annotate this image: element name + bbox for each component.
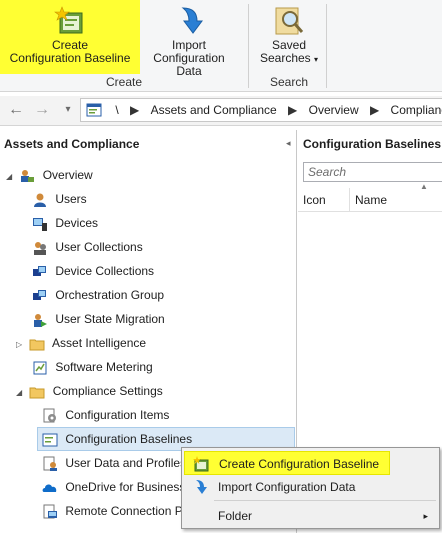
tree-item-onedrive[interactable]: OneDrive for Business <box>42 476 185 498</box>
history-dropdown-icon[interactable]: ▾ <box>58 100 78 120</box>
console-root-icon[interactable] <box>86 103 102 117</box>
tree-item-user-collections[interactable]: User Collections <box>32 236 143 258</box>
tree-item-label: Remote Connection Pro <box>65 504 194 518</box>
saved-searches-icon <box>275 7 304 35</box>
folder-icon <box>29 387 45 399</box>
breadcrumb-compliance[interactable]: Complianc <box>391 99 442 121</box>
menu-item-folder[interactable]: Folder ▸ <box>184 504 438 528</box>
tree-item-label: Overview <box>42 168 93 182</box>
breadcrumb-overview[interactable]: Overview <box>309 99 359 121</box>
tree-item-device-collections[interactable]: Device Collections <box>32 260 154 282</box>
import-configuration-data-button[interactable]: Import Configuration Data <box>140 0 238 78</box>
tree-item-label: Compliance Settings <box>52 384 163 398</box>
tree-item-devices[interactable]: Devices <box>32 212 98 234</box>
tree-item-label: Users <box>55 192 87 206</box>
menu-item-label: Folder <box>218 509 253 523</box>
tree-item-label: Devices <box>55 216 99 230</box>
import-button-line1: Import <box>171 38 206 52</box>
tree-item-user-state-migration[interactable]: User State Migration <box>32 308 165 330</box>
breadcrumb: \ ▶ Assets and Compliance ▶ Overview ▶ C… <box>80 98 442 122</box>
create-button-line2: Configuration Baseline <box>9 51 131 65</box>
column-header-icon[interactable]: Icon <box>298 188 350 212</box>
folder-icon <box>29 339 45 351</box>
create-baseline-icon <box>193 456 209 472</box>
address-bar: ← → ▾ \ ▶ Assets and Compliance ▶ Overvi… <box>0 96 442 126</box>
context-menu: Create Configuration Baseline Import Con… <box>181 447 440 529</box>
orchestration-group-icon <box>33 289 46 300</box>
menu-item-label: Import Configuration Data <box>218 480 356 494</box>
submenu-arrow-icon: ▸ <box>423 511 428 521</box>
tree-item-label: Configuration Baselines <box>65 432 193 446</box>
search-input[interactable]: Search <box>303 162 442 182</box>
saved-searches-button[interactable]: Saved Searches ▾ <box>256 0 322 74</box>
column-header-name[interactable]: Name <box>350 188 442 212</box>
tree-item-label: Configuration Items <box>65 408 170 422</box>
tree-item-configuration-items[interactable]: Configuration Items <box>42 404 169 426</box>
tree-item-user-data-profiles[interactable]: User Data and Profiles <box>42 452 186 474</box>
user-collections-icon <box>34 241 46 255</box>
user-icon <box>34 193 46 207</box>
tree-item-asset-intelligence[interactable]: ▷ Asset Intelligence <box>16 332 146 354</box>
user-data-profiles-icon <box>43 456 57 471</box>
overview-icon <box>21 169 35 182</box>
tree-item-users[interactable]: Users <box>32 188 87 210</box>
menu-separator <box>214 500 436 501</box>
expand-arrow-icon[interactable]: ◢ <box>6 166 16 188</box>
create-configuration-baseline-button[interactable]: Create Configuration Baseline <box>0 0 140 74</box>
create-button-line1: Create <box>51 38 89 52</box>
tree-item-label: Asset Intelligence <box>52 336 147 350</box>
import-button-line2: Configuration Data <box>153 51 225 78</box>
back-arrow-icon[interactable]: ← <box>6 100 26 120</box>
tree-item-remote-connection[interactable]: Remote Connection Pro <box>42 500 193 522</box>
configuration-items-icon <box>43 408 56 423</box>
group-label-create: Create <box>105 75 143 89</box>
tree-item-label: Orchestration Group <box>55 288 165 302</box>
menu-item-create-configuration-baseline[interactable]: Create Configuration Baseline <box>184 451 390 475</box>
expand-arrow-icon[interactable]: ◢ <box>16 382 26 404</box>
tree-item-label: User Collections <box>55 240 143 254</box>
ribbon-divider <box>248 4 249 88</box>
ribbon-divider <box>326 4 327 88</box>
configuration-baselines-icon <box>42 433 58 447</box>
pane-title: Assets and Compliance <box>4 137 140 151</box>
saved-button-line2: Searches <box>259 51 311 65</box>
tree-item-software-metering[interactable]: Software Metering <box>32 356 153 378</box>
tree-item-label: User Data and Profiles <box>65 456 187 470</box>
software-metering-icon <box>33 361 47 375</box>
device-collections-icon <box>33 265 46 276</box>
tree-item-label: OneDrive for Business <box>65 480 186 494</box>
ribbon: Create Configuration Baseline Import Con… <box>0 0 442 92</box>
devices-icon <box>33 217 47 231</box>
onedrive-icon <box>42 484 57 492</box>
expand-arrow-icon[interactable]: ▷ <box>16 334 26 356</box>
breadcrumb-separator-icon: ▶ <box>288 103 298 117</box>
breadcrumb-separator-icon: ▶ <box>369 103 380 117</box>
user-state-migration-icon <box>34 313 47 327</box>
forward-arrow-icon[interactable]: → <box>32 100 52 120</box>
import-arrow-icon <box>181 7 203 34</box>
menu-item-import-configuration-data[interactable]: Import Configuration Data <box>184 475 438 499</box>
breadcrumb-assets-compliance[interactable]: Assets and Compliance <box>151 99 277 121</box>
chevron-down-icon: ▾ <box>314 55 319 64</box>
menu-item-label: Create Configuration Baseline <box>219 457 380 471</box>
breadcrumb-separator-icon: ▶ <box>130 103 140 117</box>
create-baseline-icon <box>54 6 83 34</box>
remote-connection-icon <box>43 504 57 519</box>
tree-item-label: User State Migration <box>55 312 165 326</box>
tree-item-label: Device Collections <box>55 264 155 278</box>
collapse-pane-icon[interactable]: ◂ <box>286 138 291 149</box>
tree-item-orchestration-group[interactable]: Orchestration Group <box>32 284 164 306</box>
content-title: Configuration Baselines 0 <box>303 137 442 151</box>
tree-item-compliance-settings[interactable]: ◢ Compliance Settings <box>16 380 163 402</box>
group-label-search: Search <box>269 75 309 89</box>
saved-button-line1: Saved <box>271 38 307 52</box>
tree-item-label: Software Metering <box>55 360 153 374</box>
tree-item-overview[interactable]: ◢ Overview <box>6 164 93 186</box>
breadcrumb-root[interactable]: \ <box>115 99 118 121</box>
import-arrow-icon <box>196 480 207 494</box>
